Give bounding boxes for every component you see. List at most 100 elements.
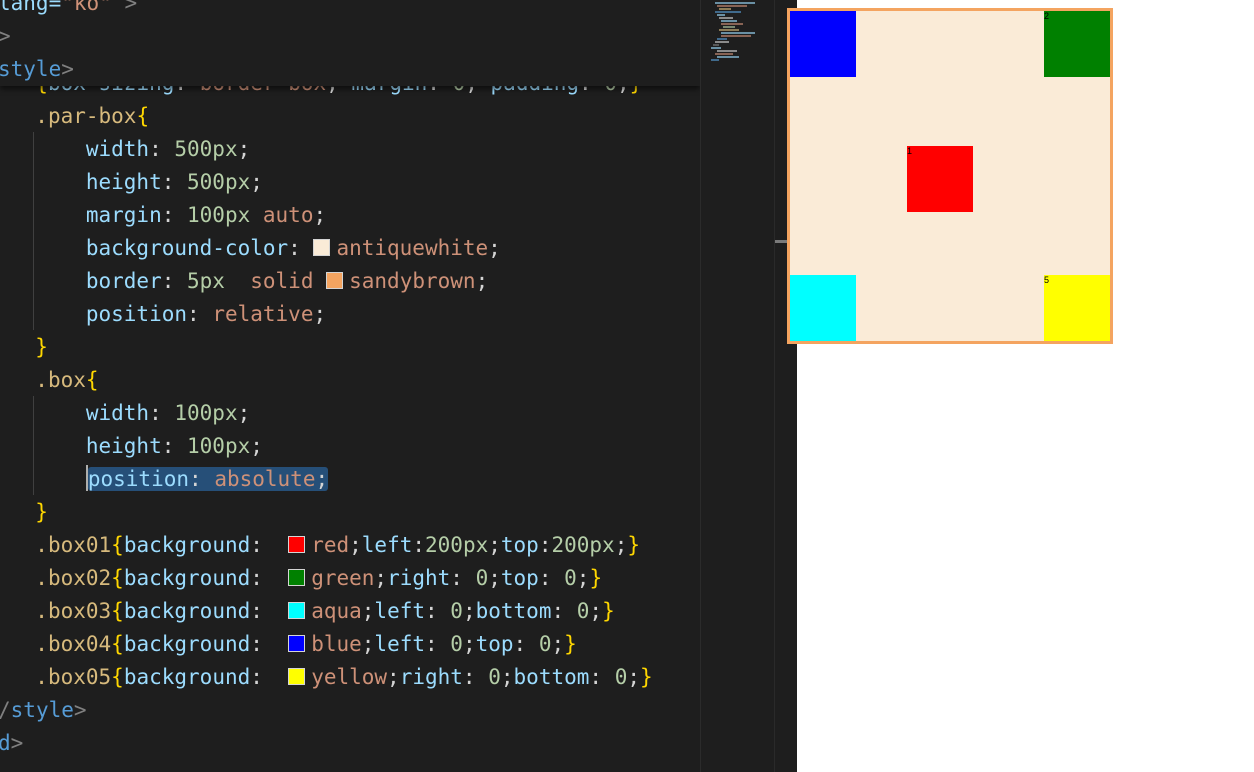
sticky-code-line[interactable]: > bbox=[0, 20, 11, 53]
code-token: / bbox=[0, 698, 11, 722]
code-token: 0 bbox=[564, 566, 577, 590]
code-editor[interactable]: lang="ko" >>style> {box-sizing: border-b… bbox=[0, 0, 700, 772]
code-token: width bbox=[85, 401, 150, 425]
code-token: style bbox=[10, 698, 74, 722]
code-token: position bbox=[85, 302, 188, 326]
code-token: : bbox=[250, 599, 289, 623]
code-token: antiquewhite bbox=[336, 236, 489, 260]
code-token: : bbox=[161, 269, 188, 293]
code-token: } bbox=[35, 335, 48, 359]
code-token: width bbox=[85, 137, 150, 161]
color-swatch-icon[interactable] bbox=[288, 668, 306, 685]
box03 bbox=[790, 275, 856, 341]
code-line[interactable]: height: 100px; bbox=[10, 430, 263, 463]
code-token: 200px bbox=[551, 533, 615, 557]
code-token: ; bbox=[576, 566, 590, 590]
code-token: top bbox=[500, 566, 539, 590]
sticky-code-line[interactable]: lang="ko" > bbox=[0, 0, 137, 20]
code-token: top bbox=[500, 533, 539, 557]
code-token: 0 bbox=[475, 566, 489, 590]
indent-guide bbox=[33, 132, 34, 330]
code-line[interactable]: } bbox=[10, 331, 48, 364]
code-token: : bbox=[149, 137, 175, 161]
code-line[interactable]: background-color: antiquewhite; bbox=[10, 232, 501, 265]
code-token: height bbox=[85, 434, 162, 458]
minimap-line bbox=[711, 47, 721, 49]
code-token: 0 bbox=[488, 665, 501, 689]
code-token: ; bbox=[361, 599, 375, 623]
code-line[interactable]: margin: 100px auto; bbox=[10, 199, 326, 232]
code-line[interactable]: width: 100px; bbox=[10, 397, 250, 430]
color-swatch-icon[interactable] bbox=[288, 536, 306, 553]
code-line[interactable]: /style> bbox=[0, 694, 87, 727]
code-token: } bbox=[602, 599, 615, 623]
minimap-line bbox=[717, 56, 739, 58]
color-swatch-icon[interactable] bbox=[326, 272, 344, 289]
minimap-line bbox=[723, 26, 735, 28]
code-token: ; bbox=[315, 467, 329, 491]
code-line[interactable]: .box05{background: yellow;right: 0;botto… bbox=[10, 661, 653, 694]
code-token: : bbox=[149, 401, 175, 425]
minimap-line bbox=[717, 5, 747, 7]
code-line[interactable]: .box{ bbox=[10, 364, 98, 397]
code-line[interactable]: position: relative; bbox=[10, 298, 326, 331]
code-token: left bbox=[374, 632, 425, 656]
code-line[interactable]: .box03{background: aqua;left: 0;bottom: … bbox=[10, 595, 615, 628]
code-token: : bbox=[462, 665, 489, 689]
minimap-line bbox=[715, 53, 733, 55]
code-token: 500px bbox=[187, 170, 251, 194]
minimap-line bbox=[719, 29, 739, 31]
code-line[interactable]: height: 500px; bbox=[10, 166, 263, 199]
code-token: absolute bbox=[214, 467, 316, 491]
code-line[interactable]: .box04{background: blue;left: 0;top: 0;} bbox=[10, 628, 577, 661]
color-swatch-icon[interactable] bbox=[288, 602, 306, 619]
code-line[interactable]: width: 500px; bbox=[10, 133, 250, 166]
code-token: : bbox=[250, 632, 289, 656]
code-token: green bbox=[311, 566, 375, 590]
code-line[interactable]: } bbox=[10, 496, 48, 529]
code-token: solid bbox=[250, 269, 314, 293]
minimap[interactable] bbox=[700, 0, 775, 772]
code-line[interactable]: .par-box{ bbox=[10, 100, 149, 133]
code-line[interactable]: position: absolute; bbox=[10, 463, 329, 496]
code-token: bottom bbox=[513, 665, 590, 689]
text-selection[interactable]: position: absolute; bbox=[87, 467, 329, 491]
code-token: d bbox=[0, 731, 11, 755]
code-token: { bbox=[111, 533, 124, 557]
code-token: : bbox=[551, 599, 577, 623]
code-token: : bbox=[250, 665, 289, 689]
code-line[interactable]: .box01{background: red;left:200px;top:20… bbox=[10, 529, 640, 562]
code-line[interactable]: d> bbox=[0, 727, 23, 760]
code-token: : bbox=[288, 236, 314, 260]
box01: 1 bbox=[907, 146, 973, 212]
minimap-line bbox=[721, 20, 737, 22]
code-token: ; bbox=[462, 632, 476, 656]
code-token: : bbox=[513, 632, 539, 656]
code-token: background bbox=[123, 599, 251, 623]
code-token: .par-box bbox=[35, 104, 137, 128]
box04 bbox=[790, 11, 856, 77]
color-swatch-icon[interactable] bbox=[313, 239, 331, 256]
code-token: } bbox=[35, 500, 48, 524]
sticky-scroll-header[interactable]: lang="ko" > > style> bbox=[0, 0, 700, 86]
code-token: 0 bbox=[614, 665, 628, 689]
code-token: ; bbox=[250, 434, 263, 458]
code-line[interactable]: .box02{background: green;right: 0;top: 0… bbox=[10, 562, 602, 595]
color-swatch-icon[interactable] bbox=[288, 569, 306, 586]
code-line[interactable]: border: 5px solid sandybrown; bbox=[10, 265, 488, 298]
code-token: relative bbox=[212, 302, 314, 326]
code-token: style bbox=[0, 57, 62, 81]
code-token: { bbox=[111, 665, 124, 689]
color-swatch-icon[interactable] bbox=[288, 635, 306, 652]
code-token: } bbox=[640, 665, 653, 689]
code-token: ; bbox=[589, 599, 603, 623]
code-token: margin bbox=[85, 203, 162, 227]
sticky-code-line[interactable]: style> bbox=[0, 53, 74, 86]
